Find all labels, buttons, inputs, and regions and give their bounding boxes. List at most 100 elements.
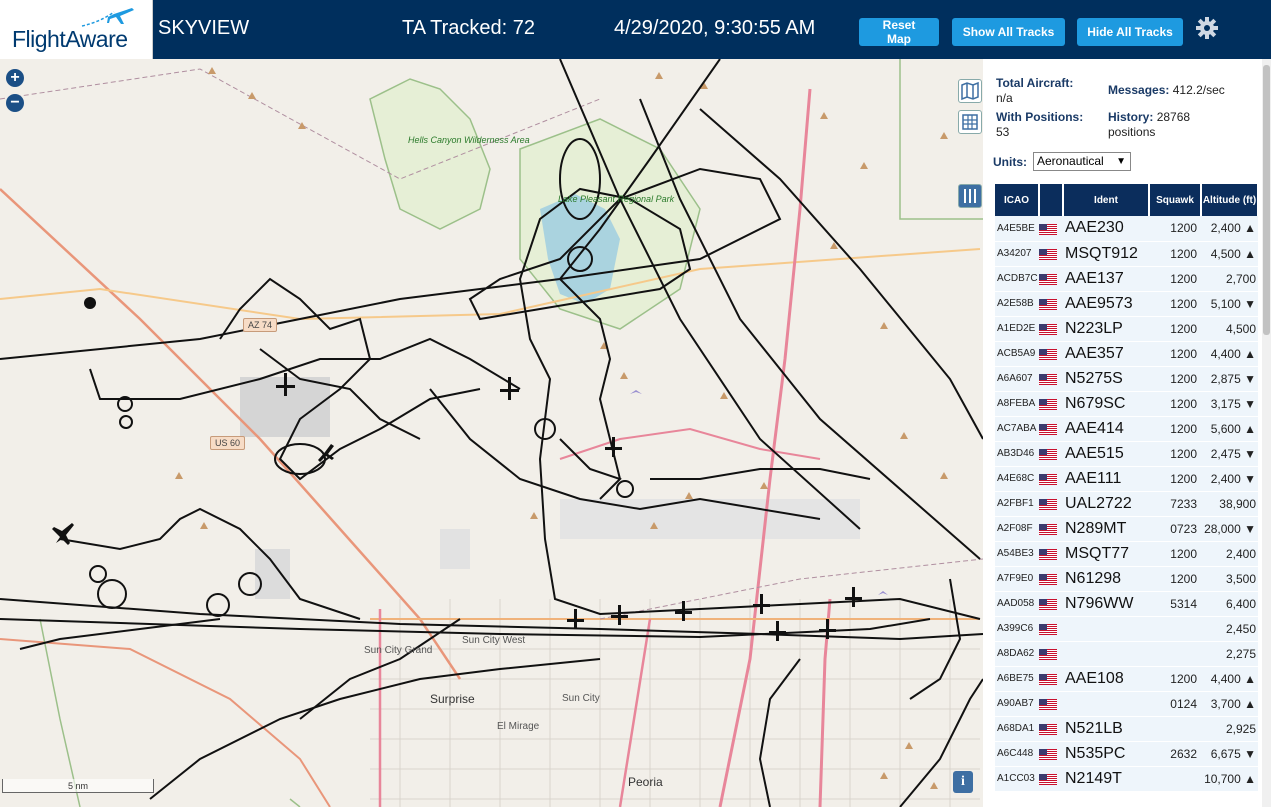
units-select[interactable]: Aeronautical ▼ [1033, 152, 1131, 171]
scrollbar-thumb[interactable] [1263, 65, 1270, 335]
cell-altitude: 38,900 [1201, 491, 1258, 517]
cell-squawk: 1200 [1149, 466, 1201, 492]
cell-squawk: 1200 [1149, 416, 1201, 442]
us-flag-icon [1039, 691, 1063, 717]
map-canvas [0, 59, 983, 807]
table-row[interactable]: AB3D46 AAE515 1200 2,475 ▼ [995, 441, 1258, 467]
table-row[interactable]: A1ED2E N223LP 1200 4,500 [995, 316, 1258, 342]
table-row[interactable]: A7F9E0 N61298 1200 3,500 [995, 566, 1258, 592]
cell-squawk: 1200 [1149, 541, 1201, 567]
map-label-peoria: Peoria [628, 775, 663, 789]
cell-squawk [1149, 616, 1201, 642]
table-row[interactable]: A6C448 N535PC 2632 6,675 ▼ [995, 741, 1258, 767]
us-flag-icon [1039, 391, 1063, 417]
col-altitude-header[interactable]: Altitude (ft) [1201, 184, 1259, 216]
cell-squawk: 1200 [1149, 316, 1201, 342]
table-row[interactable]: A399C6 2,450 [995, 616, 1258, 642]
cell-ident: N5275S [1063, 366, 1149, 392]
map-label-sun-city: Sun City [562, 693, 600, 704]
cell-squawk: 1200 [1149, 391, 1201, 417]
cell-ident: N289MT [1063, 516, 1149, 542]
scale-bar: 5 nm [2, 779, 154, 793]
cell-altitude: 2,275 [1201, 641, 1258, 667]
cell-icao: AAD058 [995, 591, 1039, 617]
chevron-down-icon: ▼ [1116, 156, 1126, 167]
us-flag-icon [1039, 716, 1063, 742]
flightaware-logo[interactable]: FlightAware [0, 0, 153, 59]
table-row[interactable]: AAD058 N796WW 5314 6,400 [995, 591, 1258, 617]
cell-ident: N535PC [1063, 741, 1149, 767]
col-ident-header[interactable]: Ident [1063, 184, 1150, 216]
col-icao-header[interactable]: ICAO [995, 184, 1040, 216]
total-aircraft-value: n/a [996, 91, 1013, 105]
cell-ident: AAE108 [1063, 666, 1149, 692]
cell-ident: AAE9573 [1063, 291, 1149, 317]
cell-ident: AAE515 [1063, 441, 1149, 467]
us-flag-icon [1039, 466, 1063, 492]
cell-altitude: 2,400 [1201, 541, 1258, 567]
cell-ident: N796WW [1063, 591, 1149, 617]
panel-scrollbar[interactable] [1262, 59, 1271, 807]
cell-icao: A6BE75 [995, 666, 1039, 692]
cell-altitude: 4,400 ▲ [1201, 341, 1258, 367]
us-flag-icon [1039, 566, 1063, 592]
us-flag-icon [1039, 416, 1063, 442]
cell-altitude: 2,700 [1201, 266, 1258, 292]
cell-altitude: 3,500 [1201, 566, 1258, 592]
col-squawk-header[interactable]: Squawk [1149, 184, 1202, 216]
table-row[interactable]: AC7ABA AAE414 1200 5,600 ▲ [995, 416, 1258, 442]
road-shield-az74: AZ 74 [243, 318, 278, 332]
cell-altitude: 4,500 ▲ [1201, 241, 1258, 267]
with-positions-stat: With Positions: 53 [996, 110, 1083, 140]
us-flag-icon [1039, 316, 1063, 342]
cell-icao: A54BE3 [995, 541, 1039, 567]
info-button[interactable]: i [953, 771, 973, 793]
zoom-in-button[interactable]: + [6, 69, 24, 87]
show-all-tracks-button[interactable]: Show All Tracks [952, 18, 1065, 46]
table-row[interactable]: A8FEBA N679SC 1200 3,175 ▼ [995, 391, 1258, 417]
gear-icon[interactable] [1193, 14, 1221, 42]
reset-map-button[interactable]: Reset Map [859, 18, 939, 46]
ta-tracked-count: TA Tracked: 72 [402, 17, 536, 39]
table-row[interactable]: A2FBF1 UAL2722 7233 38,900 [995, 491, 1258, 517]
table-row[interactable]: A68DA1 N521LB 2,925 [995, 716, 1258, 742]
col-flag-header[interactable] [1039, 184, 1064, 216]
hide-all-tracks-button[interactable]: Hide All Tracks [1077, 18, 1183, 46]
table-row[interactable]: A4E5BE AAE230 1200 2,400 ▲ [995, 216, 1258, 242]
us-flag-icon [1039, 291, 1063, 317]
table-row[interactable]: A8DA62 2,275 [995, 641, 1258, 667]
cell-icao: A4E5BE [995, 216, 1039, 242]
grid-icon[interactable] [958, 110, 982, 134]
table-row[interactable]: A2F08F N289MT 0723 28,000 ▼ [995, 516, 1258, 542]
table-row[interactable]: A6A607 N5275S 1200 2,875 ▼ [995, 366, 1258, 392]
cell-ident [1063, 616, 1149, 642]
table-row[interactable]: A90AB7 0124 3,700 ▲ [995, 691, 1258, 717]
cell-altitude: 2,400 ▼ [1201, 466, 1258, 492]
table-row[interactable]: A6BE75 AAE108 1200 4,400 ▲ [995, 666, 1258, 692]
messages-label: Messages: [1108, 83, 1170, 97]
us-flag-icon [1039, 666, 1063, 692]
table-row[interactable]: A1CC03 N2149T 10,700 ▲ [995, 766, 1258, 792]
table-row[interactable]: A54BE3 MSQT77 1200 2,400 [995, 541, 1258, 567]
map-layers-icon[interactable] [958, 79, 982, 103]
messages-stat: Messages: 412.2/sec [1108, 83, 1225, 98]
table-row[interactable]: ACB5A9 AAE357 1200 4,400 ▲ [995, 341, 1258, 367]
cell-altitude: 6,675 ▼ [1201, 741, 1258, 767]
table-row[interactable]: ACDB7C AAE137 1200 2,700 [995, 266, 1258, 292]
current-datetime: 4/29/2020, 9:30:55 AM [614, 17, 816, 39]
zoom-out-button[interactable]: − [6, 94, 24, 112]
cell-squawk: 1200 [1149, 266, 1201, 292]
columns-icon[interactable] [958, 184, 982, 208]
cell-squawk: 1200 [1149, 441, 1201, 467]
top-bar: FlightAware SKYVIEW TA Tracked: 72 4/29/… [0, 0, 1271, 59]
us-flag-icon [1039, 641, 1063, 667]
map-view[interactable]: Hells Canyon Wilderness Area Lake Pleasa… [0, 59, 983, 807]
table-row[interactable]: A34207 MSQT912 1200 4,500 ▲ [995, 241, 1258, 267]
cell-icao: A7F9E0 [995, 566, 1039, 592]
cell-icao: A8DA62 [995, 641, 1039, 667]
aircraft-table: ICAO Ident Squawk Altitude (ft) A4E5BE A… [995, 184, 1259, 792]
cell-squawk: 5314 [1149, 591, 1201, 617]
cell-icao: A1ED2E [995, 316, 1039, 342]
table-row[interactable]: A4E68C AAE111 1200 2,400 ▼ [995, 466, 1258, 492]
table-row[interactable]: A2E58B AAE9573 1200 5,100 ▼ [995, 291, 1258, 317]
